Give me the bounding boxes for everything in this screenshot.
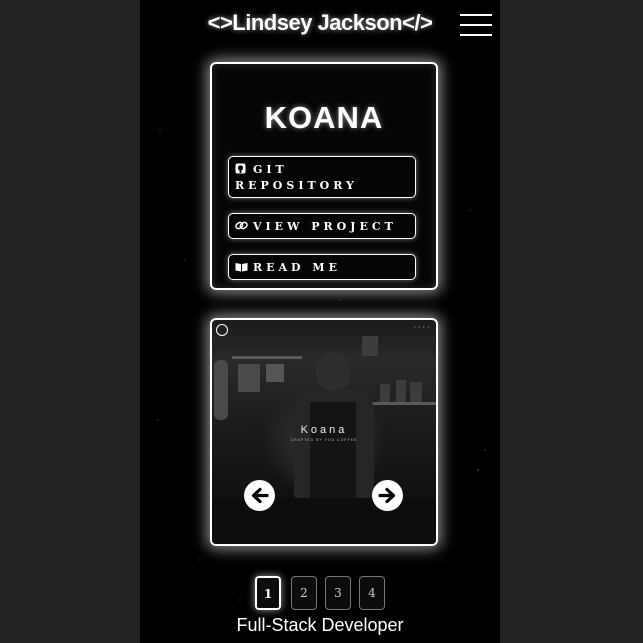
project-preview-image: • • • • Koana CRAFTED BY YOU COFFEE xyxy=(210,318,438,546)
project-title: KOANA xyxy=(264,100,384,135)
page-button-1[interactable]: 1 xyxy=(255,576,281,610)
role-subtitle: Full-Stack Developer xyxy=(236,615,404,635)
phone-viewport: <>Lindsey Jackson</> KOANA GIT REPOSITOR… xyxy=(140,0,500,643)
shelf-item xyxy=(238,364,260,392)
page-button-2[interactable]: 2 xyxy=(291,576,317,610)
preview-site-logo-icon xyxy=(216,324,228,336)
shelf-item xyxy=(410,382,422,402)
view-project-button[interactable]: VIEW PROJECT xyxy=(228,213,416,239)
shelf-item xyxy=(266,364,284,382)
read-me-label: READ ME xyxy=(253,261,341,274)
page-button-3[interactable]: 3 xyxy=(325,576,351,610)
barista-apron xyxy=(310,402,356,502)
shelf xyxy=(232,356,302,359)
github-icon xyxy=(235,163,247,174)
shelf-item xyxy=(380,384,390,402)
shelf-item xyxy=(362,336,378,356)
preview-tagline: CRAFTED BY YOU COFFEE xyxy=(290,438,358,442)
project-info-card: KOANA GIT REPOSITORY VIEW PROJECT READ M… xyxy=(210,62,438,290)
arrow-left-icon[interactable] xyxy=(244,480,275,511)
barista-head xyxy=(316,352,350,390)
preview-site-nav: • • • • xyxy=(414,324,430,329)
preview-wordmark: Koana xyxy=(300,424,348,436)
pagination: 1 2 3 4 xyxy=(140,576,500,612)
arrow-right-icon[interactable] xyxy=(372,480,403,511)
book-icon xyxy=(235,261,248,272)
shelf-item xyxy=(396,380,406,402)
hamburger-menu-icon[interactable] xyxy=(460,12,492,38)
git-repository-button[interactable]: GIT REPOSITORY xyxy=(228,156,416,198)
counter xyxy=(212,498,436,544)
read-me-button[interactable]: READ ME xyxy=(228,254,416,280)
git-repository-label: GIT REPOSITORY xyxy=(235,163,358,192)
page-button-4[interactable]: 4 xyxy=(359,576,385,610)
hanging-cloth xyxy=(214,360,228,420)
link-icon xyxy=(235,220,248,231)
view-project-label: VIEW PROJECT xyxy=(253,220,397,233)
top-bar: <>Lindsey Jackson</> xyxy=(140,0,500,50)
site-logo-text[interactable]: <>Lindsey Jackson</> xyxy=(200,10,440,36)
